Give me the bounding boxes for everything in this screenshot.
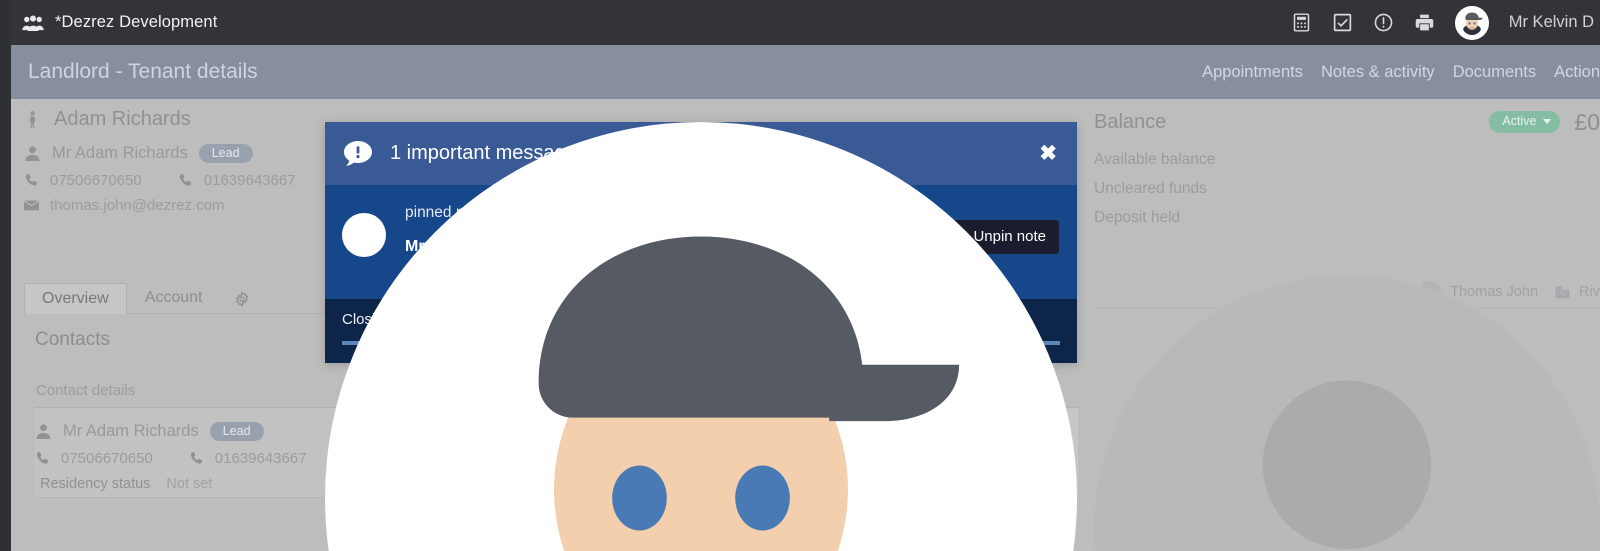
person-full-name: Mr Adam Richards — [52, 144, 188, 162]
group-users-icon — [22, 15, 44, 31]
column-contact-details: Contact details — [36, 382, 136, 399]
top-bar: *Dezrez Development Mr Kelvin D — [0, 0, 1600, 45]
phone-icon — [189, 451, 204, 466]
brand-label: *Dezrez Development — [55, 13, 218, 31]
left-rail — [0, 0, 11, 551]
row-contact-name: Mr Adam Richards — [63, 422, 199, 440]
balance-line-deposit: Deposit held — [1094, 208, 1181, 226]
right-column: Balance Active £0 Available balance Uncl… — [1094, 99, 1600, 551]
chevron-down-icon — [1543, 119, 1552, 124]
phone-icon — [24, 173, 39, 188]
app-root: *Dezrez Development Mr Kelvin D Landlord… — [0, 0, 1600, 551]
user-icon — [35, 423, 52, 440]
person-standing-icon — [24, 110, 41, 128]
status-badge[interactable]: Active — [1489, 111, 1561, 133]
section-title-contacts: Contacts — [35, 329, 110, 350]
calculator-icon[interactable] — [1291, 12, 1312, 33]
residency-label: Residency status — [40, 476, 151, 492]
tab-overview[interactable]: Overview — [24, 282, 127, 314]
top-bar-actions: Mr Kelvin D — [1291, 5, 1600, 40]
page-title: Landlord - Tenant details — [28, 60, 258, 83]
balance-header: Balance Active £0 — [1094, 99, 1600, 145]
person-phone-mobile[interactable]: 07506670650 — [50, 172, 142, 189]
row-phone-mobile[interactable]: 07506670650 — [61, 450, 153, 467]
nav-item-appointments[interactable]: Appointments — [1202, 63, 1303, 82]
page-header: Landlord - Tenant details Appointments N… — [11, 45, 1600, 99]
balance-amount: £0 — [1574, 108, 1600, 135]
row-phone-landline[interactable]: 01639643667 — [215, 450, 307, 467]
modal-body: pinned note Mr Kelvin Davies 12th May 20… — [325, 122, 1077, 551]
owner-avatar — [1094, 275, 1600, 551]
row-badge: Lead — [209, 421, 264, 442]
balance-line-available: Available balance — [1094, 150, 1216, 168]
brand[interactable]: *Dezrez Development — [22, 13, 217, 32]
balance-title: Balance — [1094, 110, 1167, 133]
residency-value: Not set — [166, 476, 213, 492]
gear-icon[interactable] — [221, 286, 263, 313]
person-badge: Lead — [198, 143, 253, 164]
page-header-nav: Appointments Notes & activity Documents … — [1202, 63, 1600, 82]
balance-line-uncleared: Uncleared funds — [1094, 179, 1207, 197]
note-author-avatar — [325, 122, 1077, 551]
person-phone-landline[interactable]: 01639643667 — [204, 172, 296, 189]
owner-row: Thomas John Riv — [1094, 275, 1600, 551]
nav-item-action[interactable]: Action — [1554, 63, 1600, 82]
printer-icon[interactable] — [1414, 12, 1435, 33]
tab-account[interactable]: Account — [127, 282, 221, 313]
envelope-icon — [24, 198, 39, 213]
alert-circle-icon[interactable] — [1373, 12, 1394, 33]
top-bar-user-name[interactable]: Mr Kelvin D — [1509, 13, 1594, 32]
checkbox-checked-icon[interactable] — [1332, 12, 1353, 33]
person-display-name: Adam Richards — [54, 107, 191, 130]
status-badge-label: Active — [1502, 114, 1537, 129]
nav-item-documents[interactable]: Documents — [1453, 63, 1536, 82]
phone-icon — [178, 173, 193, 188]
nav-item-notes-activity[interactable]: Notes & activity — [1321, 63, 1435, 82]
user-icon — [24, 145, 41, 162]
person-email[interactable]: thomas.john@dezrez.com — [50, 197, 224, 214]
important-message-modal: 1 important message! ✖ pinned note Unpin… — [325, 122, 1077, 551]
avatar[interactable] — [1454, 5, 1489, 40]
phone-icon — [35, 451, 50, 466]
